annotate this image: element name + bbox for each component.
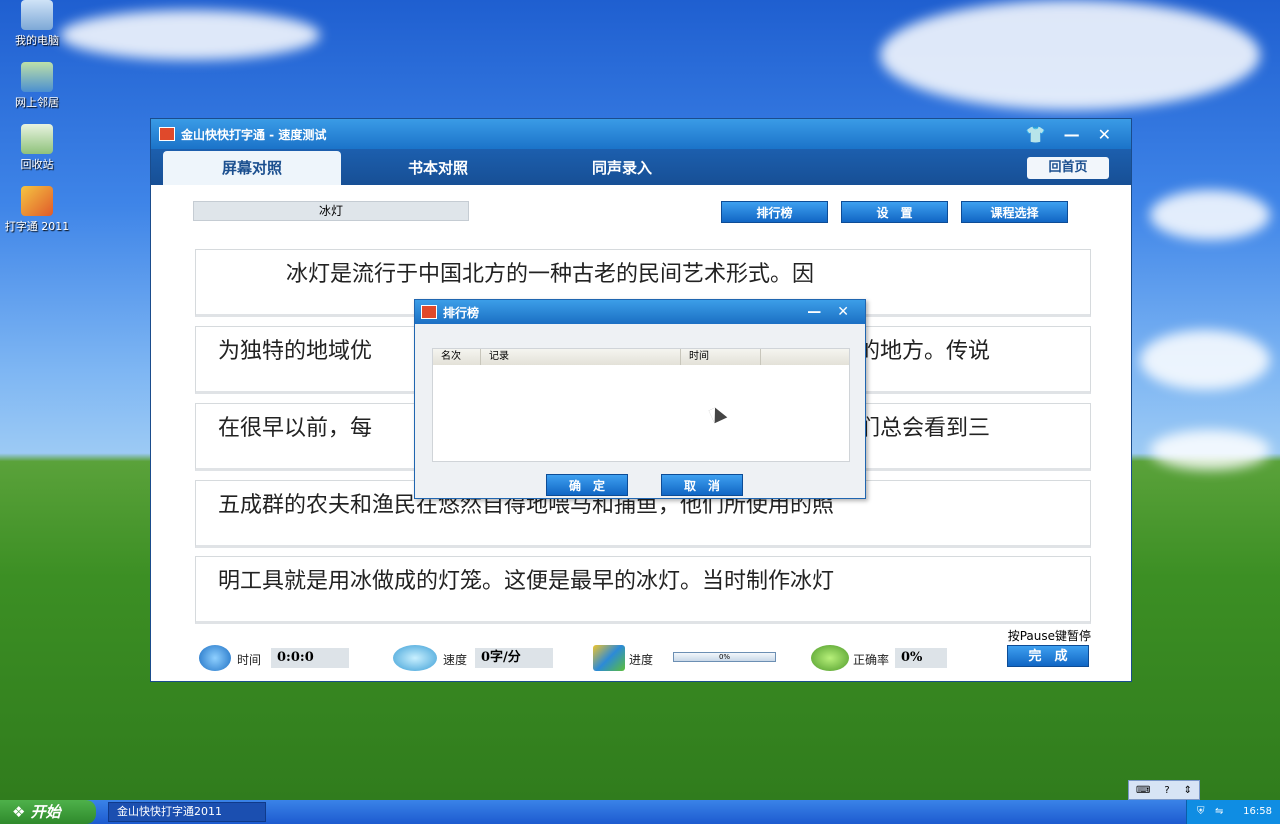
- column-header-record[interactable]: 记录: [481, 349, 681, 365]
- progress-value: 0%: [718, 653, 731, 661]
- settings-button[interactable]: 设 置: [841, 201, 948, 223]
- start-label: 开始: [30, 803, 61, 821]
- desktop-icon-label: 我的电脑: [15, 34, 59, 47]
- line-text: 冰灯是流行于中国北方的一种古老的民间艺术形式。因: [286, 262, 815, 287]
- ranking-dialog: 排行榜 — ✕ 名次 记录 时间 确 定 取 消: [414, 299, 866, 499]
- speedometer-icon: [393, 645, 437, 671]
- cloud: [1140, 330, 1270, 390]
- ranking-button[interactable]: 排行榜: [721, 201, 828, 223]
- dialog-title: 排行榜: [443, 305, 480, 320]
- recycle-bin-icon: [21, 124, 53, 154]
- network-tray-icon[interactable]: ⇋: [1215, 800, 1223, 824]
- dialog-controls: — ✕: [807, 304, 865, 320]
- dialog-title-bar: 排行榜 — ✕: [415, 300, 865, 324]
- line-text: 明工具就是用冰做成的灯笼。这便是最早的冰灯。当时制作冰灯: [218, 569, 835, 594]
- desktop-icon-label: 网上邻居: [15, 96, 59, 109]
- cloud: [880, 0, 1260, 110]
- cancel-button[interactable]: 取 消: [661, 474, 743, 496]
- language-bar[interactable]: ⌨ ? ⇕: [1128, 780, 1200, 800]
- accuracy-value: 0%: [895, 648, 947, 668]
- line-text: 的地方。传说: [858, 339, 991, 364]
- options-icon[interactable]: ⇕: [1184, 785, 1192, 796]
- done-button[interactable]: 完 成: [1007, 645, 1089, 667]
- text-line[interactable]: 明工具就是用冰做成的灯笼。这便是最早的冰灯。当时制作冰灯: [195, 556, 1091, 624]
- desktop-icon-recycle-bin[interactable]: 回收站: [2, 124, 72, 172]
- line-text: 们总会看到三: [858, 416, 991, 441]
- column-header-rank[interactable]: 名次: [433, 349, 481, 365]
- typing-app-icon: [21, 186, 53, 216]
- cloud: [1150, 430, 1270, 470]
- tab-book-compare[interactable]: 书本对照: [349, 151, 527, 185]
- title-bar: 金山快快打字通 - 速度测试 👕 — ✕: [151, 119, 1131, 149]
- ok-button[interactable]: 确 定: [546, 474, 628, 496]
- desktop-icon-typing-app[interactable]: 打字通 2011: [2, 186, 72, 234]
- tab-bar: 屏幕对照 书本对照 同声录入 回首页: [151, 149, 1131, 185]
- time-label: 时间: [237, 653, 262, 667]
- desktop-icon-network[interactable]: 网上邻居: [2, 62, 72, 110]
- ranking-list-header: 名次 记录 时间: [433, 349, 849, 365]
- keyboard-icon[interactable]: ⌨: [1136, 785, 1150, 796]
- progress-label: 进度: [629, 653, 654, 667]
- app-logo-icon: [421, 305, 437, 319]
- window-controls: 👕 — ✕: [1026, 125, 1131, 144]
- network-icon: [21, 62, 53, 92]
- skin-icon[interactable]: 👕: [1026, 125, 1046, 144]
- tab-screen-compare[interactable]: 屏幕对照: [163, 151, 341, 185]
- taskbar-item-typing-app[interactable]: 金山快快打字通2011: [108, 802, 266, 822]
- taskbar: ❖ 开始 金山快快打字通2011 ⛨ ⇋ 16:58: [0, 800, 1280, 824]
- home-button[interactable]: 回首页: [1027, 157, 1109, 179]
- ranking-list[interactable]: 名次 记录 时间: [432, 348, 850, 462]
- column-header-time[interactable]: 时间: [681, 349, 761, 365]
- line-text: 为独特的地域优: [218, 339, 373, 364]
- help-icon[interactable]: ?: [1164, 785, 1169, 796]
- start-button[interactable]: ❖ 开始: [0, 800, 96, 824]
- taskbar-item-label: 金山快快打字通2011: [117, 805, 222, 818]
- desktop-icon-label: 回收站: [20, 158, 54, 171]
- line-text: 在很早以前，每: [218, 416, 373, 441]
- system-tray: ⛨ ⇋ 16:58: [1186, 800, 1280, 824]
- status-bar: 时间 0:0:0 速度 0字/分 进度 0% 正确率 0%: [151, 639, 1131, 679]
- security-icon[interactable]: ⛨: [1197, 800, 1205, 824]
- dialog-close-button[interactable]: ✕: [837, 304, 849, 320]
- cloud: [1150, 190, 1270, 240]
- progress-bar: 0%: [673, 652, 776, 662]
- app-logo-icon: [159, 127, 175, 141]
- speed-label: 速度: [443, 653, 468, 667]
- window-title: 金山快快打字通 - 速度测试: [181, 127, 327, 142]
- minimize-button[interactable]: —: [1064, 125, 1080, 144]
- dialog-minimize-button[interactable]: —: [807, 304, 821, 320]
- time-value: 0:0:0: [271, 648, 349, 668]
- clock[interactable]: 16:58: [1243, 806, 1272, 817]
- close-button[interactable]: ✕: [1098, 125, 1111, 144]
- computer-icon: [21, 0, 53, 30]
- windows-logo-icon: ❖: [12, 803, 31, 821]
- progress-icon: [593, 645, 625, 671]
- tab-dictation[interactable]: 同声录入: [533, 151, 711, 185]
- accuracy-label: 正确率: [853, 653, 890, 667]
- desktop-icon-label: 打字通 2011: [4, 220, 70, 233]
- accuracy-icon: [811, 645, 849, 671]
- speed-value: 0字/分: [475, 648, 553, 668]
- lesson-name: 冰灯: [193, 201, 469, 221]
- cloud: [60, 10, 320, 60]
- desktop-icon-my-computer[interactable]: 我的电脑: [2, 0, 72, 48]
- clock-icon: [199, 645, 231, 671]
- course-select-button[interactable]: 课程选择: [961, 201, 1068, 223]
- cursor-icon: [708, 404, 728, 424]
